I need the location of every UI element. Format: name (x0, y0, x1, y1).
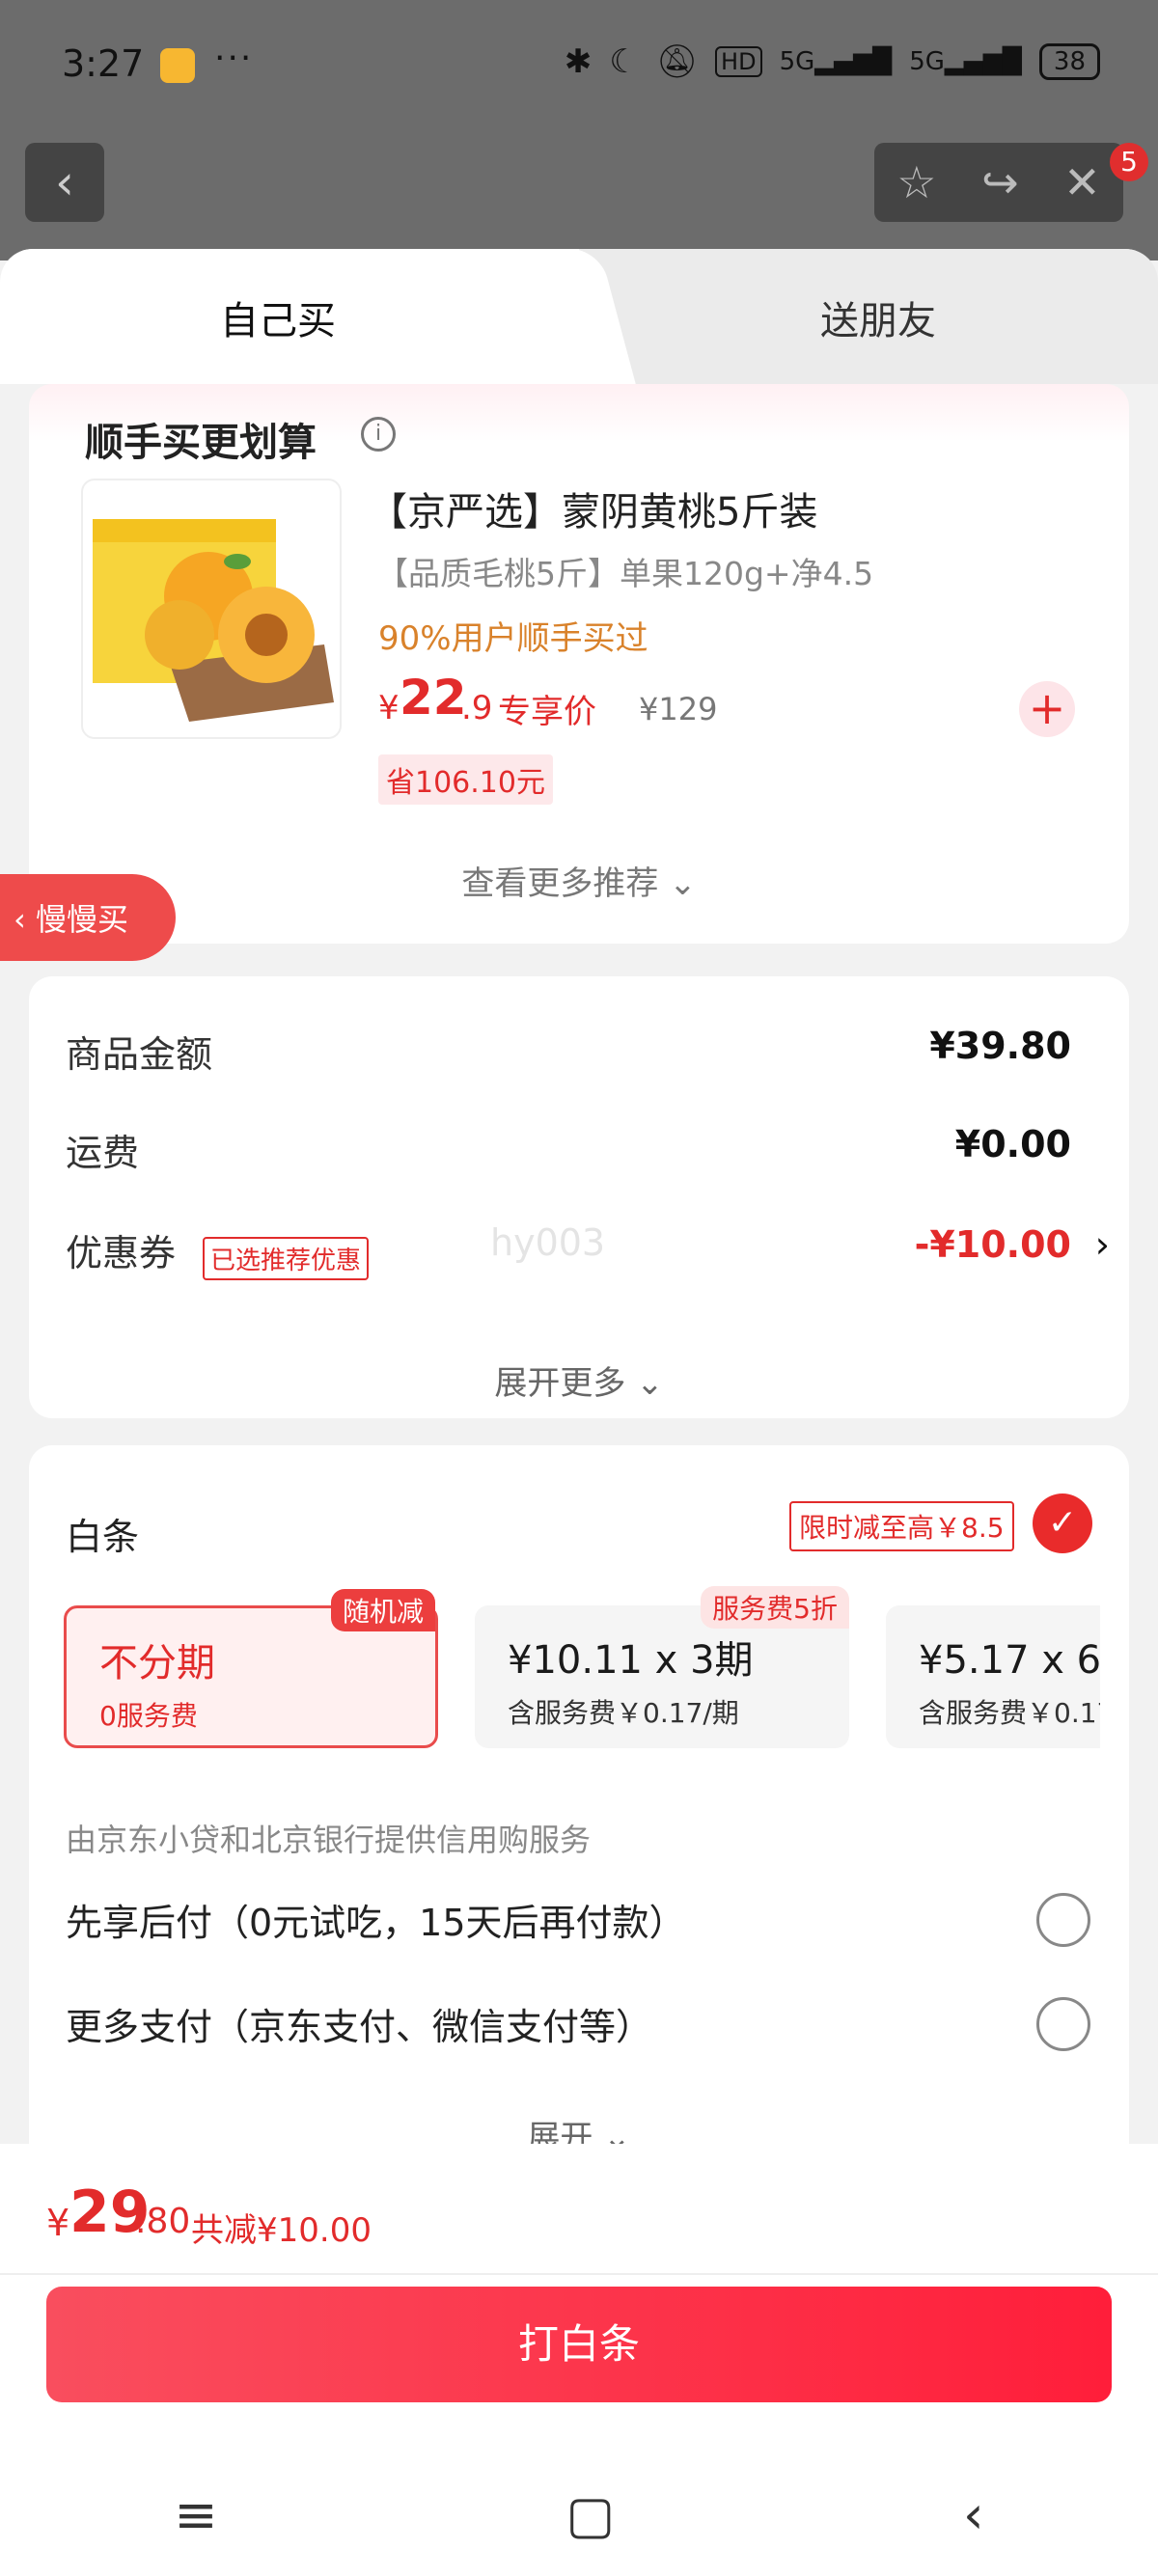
exclusive-price-label: 专享价 (498, 693, 596, 731)
pay-later-option[interactable]: 先享后付（0元试吃，15天后再付款） (66, 1893, 686, 1946)
system-nav-bar: ≡ ▢ ‹ (0, 2453, 1158, 2576)
5g-signal-icon: 5G▂▄▆█ (909, 47, 1022, 76)
baitiao-selected-check-icon[interactable]: ✓ (1033, 1494, 1092, 1553)
product-hint: 90%用户顺手买过 (378, 619, 648, 658)
plan-tag: 随机减 (330, 1589, 435, 1631)
mute-icon: 🔕︎ (655, 42, 699, 81)
plan-main: ¥10.11 x 3期 (508, 1638, 754, 1683)
toolbar-actions: ☆ ↪ ✕ (874, 143, 1123, 222)
moon-icon: ☾ (609, 42, 639, 81)
notification-badge: 5 (1110, 143, 1148, 181)
star-icon[interactable]: ☆ (896, 156, 936, 208)
5g-signal-icon: 5G▂▄▆█ (779, 47, 893, 76)
menu-icon[interactable]: ≡ (174, 2484, 217, 2545)
home-icon[interactable]: ▢ (565, 2484, 615, 2545)
price-integer: 22 (400, 670, 467, 726)
pay-baitiao-button[interactable]: 打白条 (46, 2287, 1112, 2402)
plan-6-clip: ¥5.17 x 6期 含服务费￥0.17/期 (886, 1605, 1100, 1748)
total-currency: ¥ (46, 2202, 70, 2244)
shipping-value: ¥0.00 (954, 1123, 1071, 1165)
product-image[interactable] (81, 479, 342, 739)
pay-later-radio[interactable] (1036, 1893, 1090, 1947)
baitiao-label: 白条 (66, 1516, 140, 1558)
more-recommendations-link[interactable]: 查看更多推荐 ⌄ (29, 857, 1129, 904)
plan-main: ¥5.17 x 6期 (919, 1638, 1100, 1683)
total-discount: 共减¥10.00 (191, 2211, 372, 2250)
plan-sub: 含服务费￥0.17/期 (919, 1697, 1100, 1729)
recommend-title: 顺手买更划算 (85, 421, 317, 465)
price-currency: ¥ (378, 689, 400, 727)
original-price: ¥129 (639, 691, 718, 727)
credit-provider-note: 由京东小贷和北京银行提供信用购服务 (66, 1822, 592, 1858)
product-spec: 【品质毛桃5斤】单果120g+净4.5 (376, 555, 874, 592)
add-to-order-button[interactable]: + (1019, 681, 1075, 737)
checkout-footer: ¥ 29 .80 共减¥10.00 打白条 ≡ ▢ ‹ (0, 2144, 1158, 2576)
divider (0, 2273, 1158, 2275)
share-icon[interactable]: ↪ (981, 156, 1019, 208)
payment-card: 白条 限时减至高￥8.5 ✓ 不分期 0服务费 随机减 ¥10.11 x 3期 … (29, 1445, 1129, 2179)
plan-sub: 含服务费￥0.17/期 (508, 1697, 739, 1729)
bluetooth-icon: ✱ (564, 42, 593, 81)
tab-friend[interactable]: 送朋友 (820, 289, 936, 345)
product-name[interactable]: 【京严选】蒙阴黄桃5斤装 (369, 480, 817, 536)
plan-6-installments[interactable]: ¥5.17 x 6期 含服务费￥0.17/期 (886, 1605, 1100, 1748)
plan-sub: 0服务费 (99, 1700, 198, 1732)
coupon-label: 优惠券 (66, 1232, 177, 1274)
more-payment-radio[interactable] (1036, 1997, 1090, 2051)
expand-more-link[interactable]: 展开更多 ⌄ (29, 1357, 1129, 1404)
coupon-recommended-chip: 已选推荐优惠 (203, 1237, 370, 1280)
plan-3-installments[interactable]: ¥10.11 x 3期 含服务费￥0.17/期 服务费5折 (475, 1586, 849, 1748)
info-icon[interactable]: i (361, 417, 396, 452)
chevron-right-icon[interactable]: › (1095, 1223, 1110, 1266)
recommendation-card: 顺手买更划算 i 【京严选】蒙阴黄桃5斤装 【品质毛桃5斤】单果120g+净4.… (29, 384, 1129, 944)
dimmed-background: 3:27 ··· ✱ ☾ 🔕︎ HD 5G▂▄▆█ 5G▂▄▆█ 38 ‹ ☆ … (0, 0, 1158, 260)
more-notifications-icon: ··· (214, 39, 254, 78)
status-time: 3:27 (62, 42, 145, 85)
price-decimal: .9 (461, 689, 493, 727)
goods-amount-value: ¥39.80 (929, 1025, 1071, 1067)
shipping-label: 运费 (66, 1132, 140, 1174)
limited-discount-chip: 限时减至高￥8.5 (789, 1501, 1014, 1551)
notes-app-icon (160, 48, 195, 83)
back-button[interactable]: ‹ (25, 143, 104, 222)
hd-icon: HD (715, 46, 762, 77)
savings-badge: 省106.10元 (378, 754, 553, 805)
battery-icon: 38 (1038, 43, 1100, 80)
more-payment-option[interactable]: 更多支付（京东支付、微信支付等） (66, 1997, 652, 2050)
goods-amount-label: 商品金额 (66, 1033, 213, 1076)
slow-buy-button[interactable]: ‹ 慢慢买 (0, 874, 176, 961)
coupon-value[interactable]: -¥10.00 (915, 1223, 1071, 1266)
amount-card: 商品金额 ¥39.80 运费 ¥0.00 优惠券 已选推荐优惠 hy003 -¥… (29, 976, 1129, 1418)
total-decimal: .80 (135, 2202, 191, 2241)
tab-self[interactable]: 自己买 (220, 289, 336, 345)
plan-no-installment[interactable]: 不分期 0服务费 随机减 (64, 1589, 438, 1748)
back-nav-icon[interactable]: ‹ (963, 2484, 984, 2545)
status-icons: ✱ ☾ 🔕︎ HD 5G▂▄▆█ 5G▂▄▆█ 38 (565, 42, 1100, 81)
plan-tag: 服务费5折 (701, 1586, 849, 1629)
watermark-text: hy003 (490, 1221, 606, 1264)
close-icon[interactable]: ✕ (1063, 156, 1101, 208)
plan-main: 不分期 (99, 1641, 215, 1685)
